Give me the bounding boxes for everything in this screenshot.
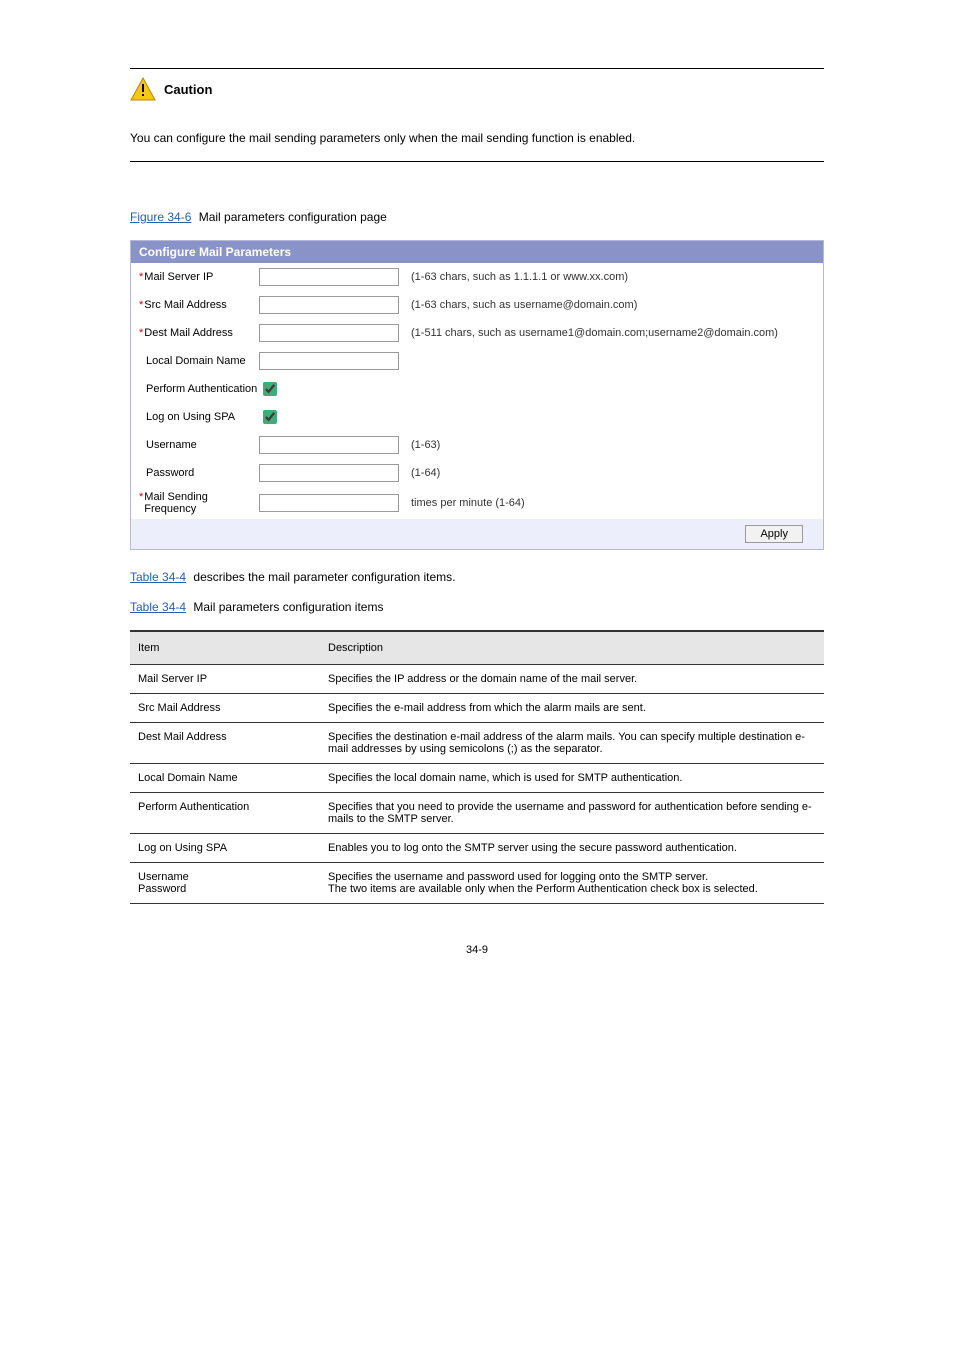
row-dest-mail: *Dest Mail Address (1-511 chars, such as… xyxy=(131,319,823,347)
td-desc: Specifies that you need to provide the u… xyxy=(320,793,824,834)
row-spa: Log on Using SPA xyxy=(131,403,823,431)
table-row: Mail Server IP Specifies the IP address … xyxy=(130,665,824,694)
desc-table: Item Description Mail Server IP Specifie… xyxy=(130,630,824,904)
src-mail-input[interactable] xyxy=(259,296,399,314)
page: Caution You can configure the mail sendi… xyxy=(0,0,954,1016)
label-src-mail: Src Mail Address xyxy=(144,299,227,311)
figure-caption-code: Figure 34-6 xyxy=(130,210,191,224)
mail-server-ip-input[interactable] xyxy=(259,268,399,286)
hint-src-mail: (1-63 chars, such as username@domain.com… xyxy=(411,299,637,311)
row-freq: *Mail Sending Frequency times per minute… xyxy=(131,487,823,519)
td-item: Perform Authentication xyxy=(130,793,320,834)
dest-mail-input[interactable] xyxy=(259,324,399,342)
table-caption-code-link: Table 34-4 xyxy=(130,570,186,584)
td-desc: Specifies the local domain name, which i… xyxy=(320,764,824,793)
table-row: Username Password Specifies the username… xyxy=(130,863,824,904)
caution-header: Caution xyxy=(130,77,824,101)
row-username: Username (1-63) xyxy=(131,431,823,459)
row-mail-server-ip: *Mail Server IP (1-63 chars, such as 1.1… xyxy=(131,263,823,291)
td-desc: Enables you to log onto the SMTP server … xyxy=(320,834,824,863)
th-desc: Description xyxy=(320,631,824,665)
table-row: Local Domain Name Specifies the local do… xyxy=(130,764,824,793)
row-password: Password (1-64) xyxy=(131,459,823,487)
figure-caption-4: Figure 34-6 Mail parameters configuratio… xyxy=(130,210,824,224)
caution-icon xyxy=(130,77,156,101)
username-input[interactable] xyxy=(259,436,399,454)
table-intro: Table 34-4 describes the mail parameter … xyxy=(130,570,824,584)
apply-button[interactable]: Apply xyxy=(745,525,803,543)
hint-password: (1-64) xyxy=(411,467,440,479)
hint-username: (1-63) xyxy=(411,439,440,451)
td-item: Local Domain Name xyxy=(130,764,320,793)
td-desc: Specifies the destination e-mail address… xyxy=(320,723,824,764)
password-input[interactable] xyxy=(259,464,399,482)
td-desc: Specifies the IP address or the domain n… xyxy=(320,665,824,694)
hint-freq: times per minute (1-64) xyxy=(411,497,525,509)
td-item: Dest Mail Address xyxy=(130,723,320,764)
th-item: Item xyxy=(130,631,320,665)
local-domain-input[interactable] xyxy=(259,352,399,370)
td-item: Mail Server IP xyxy=(130,665,320,694)
divider xyxy=(130,68,824,69)
panel-title: Configure Mail Parameters xyxy=(131,241,823,263)
table-caption-title: Mail parameters configuration items xyxy=(193,600,383,614)
table-caption: Table 34-4 Mail parameters configuration… xyxy=(130,600,824,614)
hint-dest-mail: (1-511 chars, such as username1@domain.c… xyxy=(411,327,778,339)
panel-footer: Apply xyxy=(131,519,823,549)
label-dest-mail: Dest Mail Address xyxy=(144,327,233,339)
table-row: Src Mail Address Specifies the e-mail ad… xyxy=(130,694,824,723)
label-mail-server-ip: Mail Server IP xyxy=(144,271,213,283)
caution-label: Caution xyxy=(164,82,212,97)
row-src-mail: *Src Mail Address (1-63 chars, such as u… xyxy=(131,291,823,319)
label-freq: Mail Sending Frequency xyxy=(144,491,259,515)
page-number: 34-9 xyxy=(130,944,824,956)
label-username: Username xyxy=(146,439,197,451)
mail-params-panel: Configure Mail Parameters *Mail Server I… xyxy=(130,240,824,550)
label-spa: Log on Using SPA xyxy=(146,411,235,423)
table-row: Perform Authentication Specifies that yo… xyxy=(130,793,824,834)
divider xyxy=(130,161,824,162)
td-item: Log on Using SPA xyxy=(130,834,320,863)
table-row: Dest Mail Address Specifies the destinat… xyxy=(130,723,824,764)
label-perform-auth: Perform Authentication xyxy=(146,383,257,395)
caution-text: You can configure the mail sending param… xyxy=(130,131,824,145)
td-desc: Specifies the e-mail address from which … xyxy=(320,694,824,723)
table-caption-text: describes the mail parameter configurati… xyxy=(193,570,455,584)
table-caption-code: Table 34-4 xyxy=(130,600,186,614)
table-row: Log on Using SPA Enables you to log onto… xyxy=(130,834,824,863)
label-password: Password xyxy=(146,467,194,479)
freq-input[interactable] xyxy=(259,494,399,512)
td-item: Src Mail Address xyxy=(130,694,320,723)
td-item: Username Password xyxy=(130,863,320,904)
td-desc: Specifies the username and password used… xyxy=(320,863,824,904)
label-local-domain: Local Domain Name xyxy=(146,355,246,367)
hint-mail-server-ip: (1-63 chars, such as 1.1.1.1 or www.xx.c… xyxy=(411,271,628,283)
figure-caption-text: Mail parameters configuration page xyxy=(199,210,387,224)
row-local-domain: Local Domain Name xyxy=(131,347,823,375)
spa-checkbox[interactable] xyxy=(263,410,277,424)
row-perform-auth: Perform Authentication xyxy=(131,375,823,403)
perform-auth-checkbox[interactable] xyxy=(263,382,277,396)
